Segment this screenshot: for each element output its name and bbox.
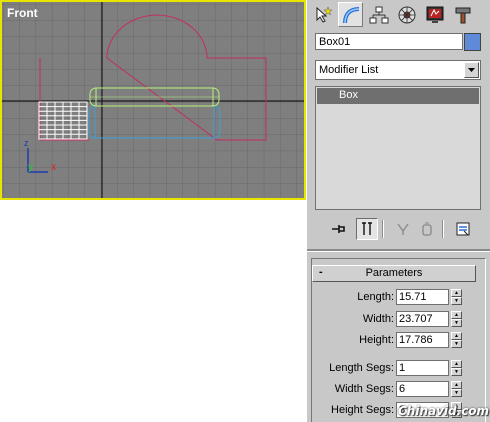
spinner-up-icon[interactable]: ▲ bbox=[451, 332, 462, 340]
length-label: Length: bbox=[357, 291, 394, 303]
front-viewport[interactable]: z y x Front bbox=[0, 0, 306, 200]
axis-label-z: z bbox=[24, 138, 29, 148]
command-panel: Box01 Modifier List Box - Parameters Len… bbox=[307, 0, 490, 422]
modifier-list-label: Modifier List bbox=[319, 64, 379, 76]
display-monitor-icon bbox=[426, 6, 443, 23]
show-end-result-icon bbox=[362, 222, 372, 235]
width-segs-field[interactable]: 6 bbox=[396, 381, 449, 397]
pin-stack-button[interactable] bbox=[328, 218, 350, 240]
object-name-field[interactable]: Box01 bbox=[315, 33, 463, 50]
toolbar-separator bbox=[442, 220, 444, 238]
configure-sets-button[interactable] bbox=[452, 218, 474, 240]
viewport-canvas[interactable]: z y x bbox=[2, 2, 304, 198]
toolbar-separator bbox=[382, 220, 384, 238]
modifier-stack-list[interactable]: Box bbox=[315, 86, 481, 210]
spinner-up-icon[interactable]: ▲ bbox=[451, 289, 462, 297]
remove-modifier-icon bbox=[422, 222, 432, 236]
spinner-up-icon[interactable]: ▲ bbox=[451, 311, 462, 319]
watermark-logo: Chinavid.com bbox=[398, 404, 490, 418]
length-segs-label: Length Segs: bbox=[329, 362, 394, 374]
motion-tab[interactable] bbox=[394, 2, 419, 27]
utilities-tab[interactable] bbox=[450, 2, 475, 27]
width-label: Width: bbox=[362, 313, 394, 325]
width-spinner[interactable]: ▲ ▼ bbox=[451, 311, 462, 327]
panel-divider bbox=[307, 249, 490, 252]
width-segs-label: Width Segs: bbox=[334, 383, 394, 395]
hammer-icon bbox=[455, 7, 470, 23]
spinner-up-icon[interactable]: ▲ bbox=[451, 360, 462, 368]
display-tab[interactable] bbox=[422, 2, 447, 27]
width-field[interactable]: 23.707 bbox=[396, 311, 449, 327]
configure-sets-icon bbox=[456, 222, 470, 236]
create-tab[interactable] bbox=[310, 2, 335, 27]
make-unique-icon bbox=[397, 223, 409, 235]
motion-wheel-icon bbox=[398, 6, 415, 23]
spinner-up-icon[interactable]: ▲ bbox=[451, 381, 462, 389]
spinner-down-icon[interactable]: ▼ bbox=[451, 389, 462, 397]
spinner-down-icon[interactable]: ▼ bbox=[451, 297, 462, 305]
modifier-list-dropdown[interactable]: Modifier List bbox=[315, 60, 481, 80]
spinner-down-icon[interactable]: ▼ bbox=[451, 368, 462, 376]
stack-item-label: Box bbox=[339, 89, 358, 101]
parameters-rollout-header[interactable]: - Parameters bbox=[312, 265, 476, 282]
pin-stack-icon bbox=[332, 225, 345, 233]
length-segs-field[interactable]: 1 bbox=[396, 360, 449, 376]
object-color-swatch[interactable] bbox=[464, 33, 481, 51]
height-field[interactable]: 17.786 bbox=[396, 332, 449, 348]
height-spinner[interactable]: ▲ ▼ bbox=[451, 332, 462, 348]
parameters-title: Parameters bbox=[365, 267, 423, 279]
length-spinner[interactable]: ▲ ▼ bbox=[451, 289, 462, 305]
axis-label-x: x bbox=[51, 162, 56, 173]
command-panel-tabs bbox=[307, 0, 490, 29]
height-segs-label: Height Segs: bbox=[331, 404, 394, 416]
modify-tab[interactable] bbox=[338, 2, 363, 27]
height-label: Height: bbox=[359, 334, 394, 346]
stack-item-box[interactable]: Box bbox=[317, 88, 479, 104]
width-segs-spinner[interactable]: ▲ ▼ bbox=[451, 381, 462, 397]
spinner-down-icon[interactable]: ▼ bbox=[451, 340, 462, 348]
hierarchy-icon bbox=[369, 6, 388, 23]
dropdown-arrow-icon[interactable] bbox=[464, 62, 479, 78]
show-end-result-button[interactable] bbox=[356, 218, 378, 240]
length-segs-spinner[interactable]: ▲ ▼ bbox=[451, 360, 462, 376]
cursor-star-icon bbox=[316, 5, 333, 23]
make-unique-button[interactable] bbox=[392, 218, 414, 240]
remove-modifier-button[interactable] bbox=[416, 218, 438, 240]
spinner-down-icon[interactable]: ▼ bbox=[451, 319, 462, 327]
axis-label-y: y bbox=[28, 162, 33, 173]
modify-bend-icon bbox=[342, 6, 359, 23]
viewport-label[interactable]: Front bbox=[7, 6, 38, 20]
length-field[interactable]: 15.71 bbox=[396, 289, 449, 305]
hierarchy-tab[interactable] bbox=[366, 2, 391, 27]
stack-toolbar bbox=[315, 218, 481, 240]
viewport-grid bbox=[2, 2, 304, 198]
